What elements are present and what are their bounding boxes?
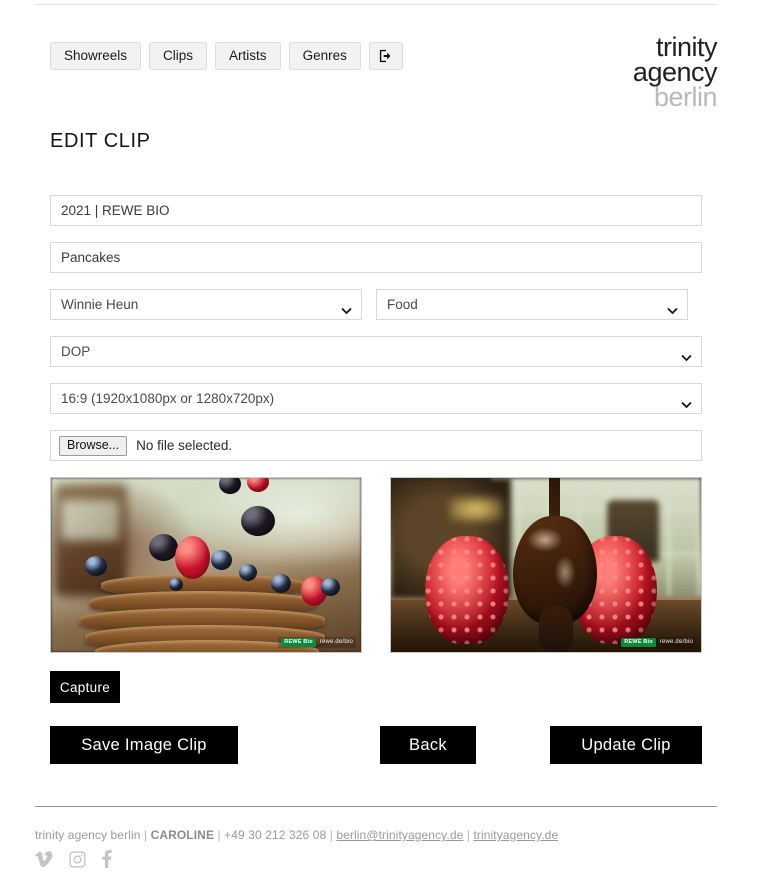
brand-logo: trinity agency berlin — [632, 34, 718, 112]
role-row: DOP — [50, 336, 702, 367]
nav-artists[interactable]: Artists — [215, 42, 281, 70]
thumbnail-gallery: REWE Bio rewe.de/bio REWE Bio rewe.de/bi… — [50, 477, 702, 653]
aspect-select-wrap: 16:9 (1920x1080px or 1280x720px) — [50, 383, 702, 414]
watermark: REWE Bio rewe.de/bio — [618, 636, 696, 648]
watermark: REWE Bio rewe.de/bio — [278, 636, 356, 648]
vimeo-icon[interactable] — [34, 851, 54, 872]
logout-icon — [379, 49, 393, 63]
footer-phone: +49 30 212 326 08 — [224, 828, 327, 842]
thumbnail-pancakes[interactable]: REWE Bio rewe.de/bio — [50, 477, 362, 653]
footer-divider — [35, 806, 717, 807]
save-image-clip-button[interactable]: Save Image Clip — [50, 726, 238, 764]
footer-separator-4: | — [466, 828, 471, 842]
logout-button[interactable] — [368, 42, 403, 70]
watermark-url: rewe.de/bio — [659, 639, 693, 646]
clip-name-row — [50, 242, 702, 273]
project-row — [50, 195, 702, 226]
project-input[interactable] — [50, 195, 702, 226]
role-select-wrap: DOP — [50, 336, 702, 367]
page-root: Showreels Clips Artists Genres trinity a… — [0, 0, 770, 887]
artist-genre-row: Winnie Heun Food — [50, 289, 702, 320]
role-select[interactable]: DOP — [50, 336, 702, 367]
edit-clip-form: Winnie Heun Food — [50, 195, 702, 764]
footer-website-link[interactable]: trinityagency.de — [473, 828, 558, 842]
instagram-icon[interactable] — [69, 851, 86, 873]
chocolate-pour — [513, 478, 597, 652]
social-links — [34, 850, 112, 873]
genre-select-wrap: Food — [376, 289, 688, 320]
logo-line-3: berlin — [653, 81, 718, 112]
form-actions: Save Image Clip Back Update Clip — [50, 726, 702, 764]
watermark-url: rewe.de/bio — [319, 639, 353, 646]
file-status-label: No file selected. — [136, 438, 233, 453]
artist-select-wrap: Winnie Heun — [50, 289, 362, 320]
thumbnail-chocolate-raspberries[interactable]: REWE Bio rewe.de/bio — [390, 477, 702, 653]
site-header: Showreels Clips Artists Genres trinity a… — [0, 20, 770, 110]
chocolate-raspberries-image: REWE Bio rewe.de/bio — [391, 478, 701, 652]
nav-genres[interactable]: Genres — [288, 42, 361, 70]
aspect-ratio-select[interactable]: 16:9 (1920x1080px or 1280x720px) — [50, 383, 702, 414]
footer-separator-1: | — [143, 828, 148, 842]
back-button[interactable]: Back — [380, 726, 476, 764]
capture-row: Capture — [50, 671, 702, 703]
update-clip-button[interactable]: Update Clip — [550, 726, 702, 764]
footer-email-link[interactable]: berlin@trinityagency.de — [336, 828, 463, 842]
capture-button[interactable]: Capture — [50, 671, 120, 703]
rewe-bio-badge: REWE Bio — [281, 637, 316, 647]
browse-button[interactable]: Browse... — [59, 435, 128, 456]
footer-separator-2: | — [217, 828, 221, 842]
main-navigation: Showreels Clips Artists Genres — [50, 42, 403, 70]
footer-contact-line: trinity agency berlin | CAROLINE | +49 3… — [35, 828, 558, 842]
pancakes-image: REWE Bio rewe.de/bio — [51, 478, 361, 652]
page-title: EDIT CLIP — [50, 130, 151, 152]
facebook-icon[interactable] — [101, 850, 112, 873]
footer-contact-name: CAROLINE — [150, 828, 215, 842]
artist-select[interactable]: Winnie Heun — [50, 289, 362, 320]
logo-line-2: agency — [632, 56, 718, 87]
main-content: EDIT CLIP Winnie Heun — [0, 110, 770, 764]
genre-select[interactable]: Food — [376, 289, 688, 320]
footer-separator-3: | — [329, 828, 333, 842]
nav-showreels[interactable]: Showreels — [50, 42, 142, 70]
nav-clips[interactable]: Clips — [149, 42, 208, 70]
top-divider — [35, 4, 717, 5]
file-upload-row[interactable]: Browse... No file selected. — [50, 430, 702, 461]
raspberry-left — [425, 536, 509, 644]
footer-company: trinity agency berlin — [35, 828, 141, 842]
aspect-row: 16:9 (1920x1080px or 1280x720px) — [50, 383, 702, 414]
rewe-bio-badge: REWE Bio — [621, 637, 656, 647]
clip-name-input[interactable] — [50, 242, 702, 273]
